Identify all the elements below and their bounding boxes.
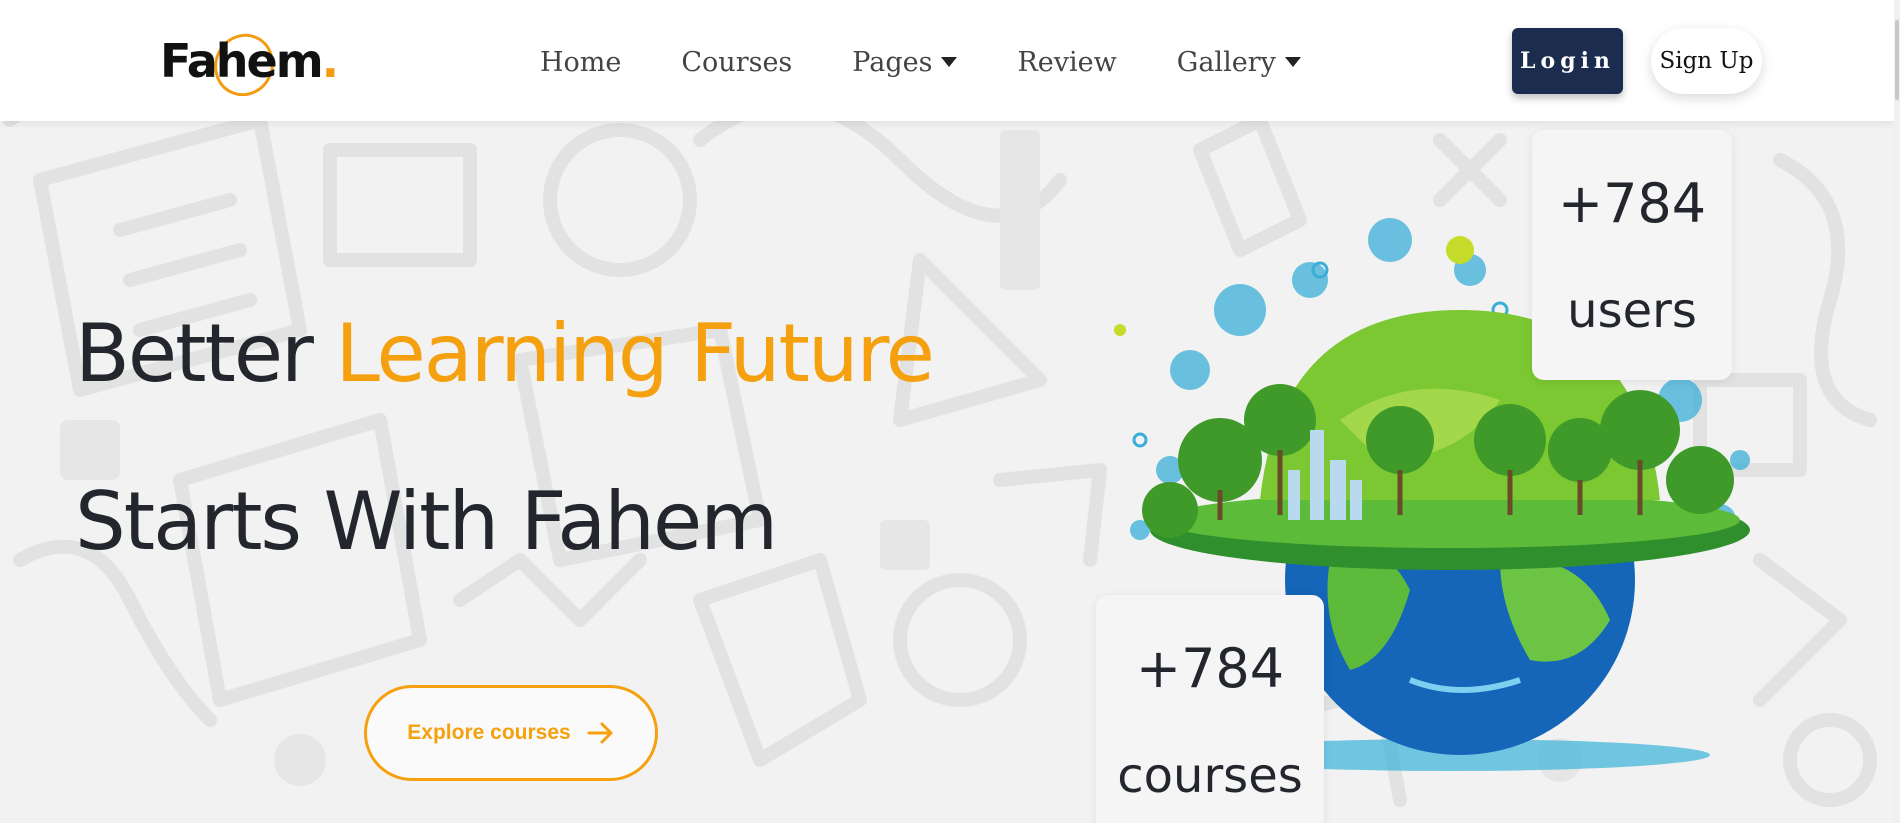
nav-gallery-dropdown[interactable]: Gallery (1177, 47, 1301, 78)
stat-courses-label: courses (1117, 748, 1303, 804)
nav-links: Home Courses Pages Review Gallery (540, 40, 1361, 84)
nav-courses[interactable]: Courses (681, 47, 792, 78)
stat-users-value: +784 (1557, 172, 1707, 235)
explore-courses-button[interactable]: Explore courses (364, 685, 658, 781)
caret-down-icon (1284, 57, 1301, 67)
explore-courses-label: Explore courses (407, 721, 571, 744)
stat-card-courses: +784 courses (1096, 595, 1324, 823)
nav-review[interactable]: Review (1017, 47, 1116, 78)
nav-pages-dropdown[interactable]: Pages (852, 47, 958, 78)
signup-button[interactable]: Sign Up (1651, 28, 1762, 94)
stat-users-label: users (1567, 283, 1697, 339)
logo-text: Fahem. (160, 34, 339, 88)
stat-courses-value: +784 (1135, 637, 1285, 700)
arrow-right-icon (587, 722, 613, 744)
caret-down-icon (941, 57, 958, 67)
headline-line-2: Starts With Fahem (75, 475, 778, 568)
stat-card-users: +784 users (1532, 130, 1732, 380)
scrollbar-thumb[interactable] (1895, 20, 1899, 100)
page-scrollbar[interactable] (1894, 0, 1900, 823)
nav-home[interactable]: Home (540, 47, 621, 78)
headline-line-1: Better Learning Future (75, 307, 935, 400)
logo[interactable]: Fahem. (158, 30, 343, 96)
navbar: Fahem. Home Courses Pages Review Gallery… (0, 0, 1894, 121)
hero-headline: Better Learning Future Starts With Fahem (75, 270, 935, 606)
login-button[interactable]: Login (1512, 28, 1623, 94)
